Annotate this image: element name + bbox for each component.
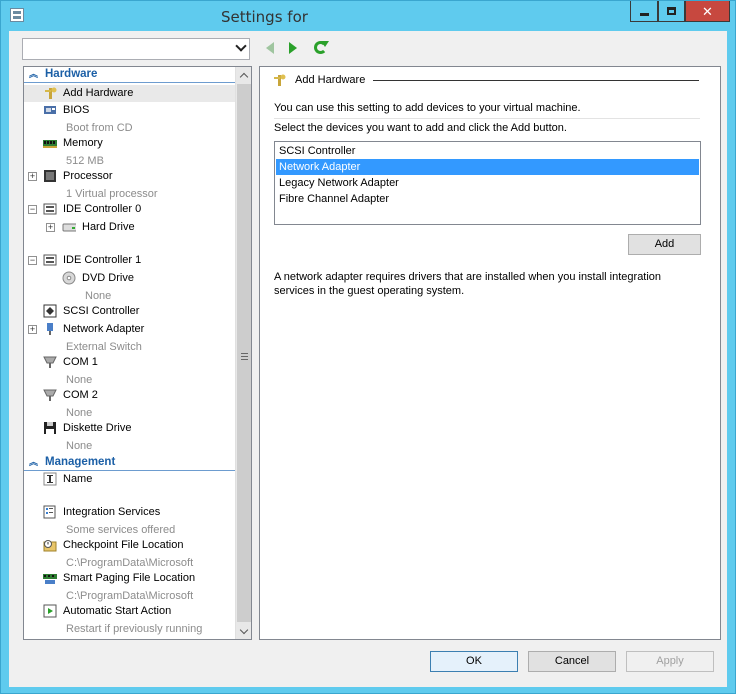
ide-controller-icon	[43, 254, 57, 266]
cancel-button[interactable]: Cancel	[528, 651, 616, 672]
sidebar-item-memory[interactable]: Memory	[24, 135, 235, 152]
dvd-drive-icon	[62, 271, 76, 285]
device-note: A network adapter requires drivers that …	[274, 271, 662, 297]
list-item-scsi-controller[interactable]: SCSI Controller	[276, 143, 699, 159]
memory-subtitle: 512 MB	[66, 155, 104, 167]
sidebar-item-com2[interactable]: COM 2	[24, 387, 235, 404]
expand-icon[interactable]: +	[28, 172, 37, 181]
apply-button[interactable]: Apply	[626, 651, 714, 672]
add-hardware-icon	[274, 74, 286, 86]
scroll-up-button[interactable]	[236, 67, 251, 83]
sidebar-item-com1[interactable]: COM 1	[24, 354, 235, 371]
refresh-icon[interactable]	[314, 41, 329, 54]
forward-arrow-icon[interactable]	[289, 42, 297, 54]
close-icon: ✕	[702, 3, 713, 19]
section-header-hardware[interactable]: ︽ Hardware	[24, 67, 235, 83]
network-adapter-icon	[47, 323, 53, 335]
dialog-client-area: ︽ Hardware Add Hardware BIOS Boot from C…	[9, 31, 727, 687]
add-hardware-panel: Add Hardware You can use this setting to…	[259, 66, 721, 640]
list-item-fibre-channel-adapter[interactable]: Fibre Channel Adapter	[276, 191, 699, 207]
sidebar-item-ide-controller-0[interactable]: − IDE Controller 0	[24, 201, 235, 218]
divider	[274, 118, 700, 119]
chevron-down-icon	[235, 40, 247, 52]
expand-icon[interactable]: +	[28, 325, 37, 334]
section-header-management[interactable]: ︽ Management	[24, 455, 235, 471]
integration-services-icon	[43, 505, 56, 519]
integration-services-subtitle: Some services offered	[66, 524, 176, 536]
sidebar-item-checkpoint-file-location[interactable]: Checkpoint File Location	[24, 537, 235, 554]
memory-icon	[43, 140, 57, 148]
add-button[interactable]: Add	[628, 234, 701, 255]
sidebar-item-ide-controller-1[interactable]: − IDE Controller 1	[24, 252, 235, 269]
checkpoint-icon	[43, 540, 57, 552]
settings-app-icon	[10, 8, 24, 22]
settings-window: Settings for ✕ ︽ Hardware Add Hardware B…	[0, 0, 736, 694]
minimize-icon	[639, 12, 649, 16]
processor-icon	[44, 170, 56, 182]
maximize-button[interactable]	[658, 1, 685, 22]
title-bar[interactable]: Settings for ✕	[1, 1, 735, 31]
window-title: Settings for	[221, 8, 308, 26]
chevron-down-icon	[239, 625, 249, 634]
sidebar-item-processor[interactable]: + Processor	[24, 168, 235, 185]
chevron-up-icon	[239, 72, 249, 81]
diskette-subtitle: None	[66, 440, 93, 452]
list-item-network-adapter[interactable]: Network Adapter	[276, 159, 699, 175]
scroll-thumb[interactable]	[237, 84, 251, 622]
com-port-icon	[43, 356, 57, 368]
automatic-start-subtitle: Restart if previously running	[66, 623, 203, 635]
scsi-controller-icon	[43, 304, 57, 318]
sidebar-item-bios[interactable]: BIOS	[24, 102, 235, 119]
com1-subtitle: None	[66, 374, 93, 386]
network-adapter-subtitle: External Switch	[66, 341, 142, 353]
bios-subtitle: Boot from CD	[66, 122, 133, 134]
sidebar-item-automatic-start-action[interactable]: Automatic Start Action	[24, 603, 235, 620]
collapse-tree-icon[interactable]: −	[28, 205, 37, 214]
title-divider	[373, 80, 699, 81]
processor-subtitle: 1 Virtual processor	[66, 188, 158, 200]
sidebar-item-diskette-drive[interactable]: Diskette Drive	[24, 420, 235, 437]
grip-icon	[241, 353, 248, 360]
name-icon	[43, 472, 57, 486]
diskette-icon	[44, 422, 56, 434]
scroll-down-button[interactable]	[236, 623, 251, 639]
collapse-tree-icon[interactable]: −	[28, 256, 37, 265]
smart-paging-location-subtitle: C:\ProgramData\Microsoft	[66, 590, 194, 602]
sidebar-item-integration-services[interactable]: Integration Services	[24, 504, 235, 521]
checkpoint-location-subtitle: C:\ProgramData\Microsoft	[66, 557, 194, 569]
settings-tree[interactable]: ︽ Hardware Add Hardware BIOS Boot from C…	[23, 66, 252, 640]
ide-controller-icon	[43, 203, 57, 215]
intro-text: You can use this setting to add devices …	[274, 102, 581, 114]
dvd-drive-subtitle: None	[85, 290, 112, 302]
collapse-icon: ︽	[29, 457, 39, 467]
collapse-icon: ︽	[29, 69, 39, 79]
close-button[interactable]: ✕	[685, 1, 730, 22]
vm-select-dropdown[interactable]	[22, 38, 250, 60]
sidebar-item-smart-paging-file-location[interactable]: Smart Paging File Location	[24, 570, 235, 587]
list-item-legacy-network-adapter[interactable]: Legacy Network Adapter	[276, 175, 699, 191]
expand-icon[interactable]: +	[46, 223, 55, 232]
ok-button[interactable]: OK	[430, 651, 518, 672]
automatic-start-icon	[43, 604, 57, 618]
maximize-icon	[667, 7, 676, 15]
page-title: Add Hardware	[295, 74, 366, 86]
sidebar-item-hard-drive[interactable]: + Hard Drive	[24, 219, 235, 236]
instruction-text: Select the devices you want to add and c…	[274, 122, 567, 134]
sidebar-scrollbar[interactable]	[235, 67, 251, 639]
sidebar-item-scsi-controller[interactable]: SCSI Controller	[24, 303, 235, 320]
bios-icon	[44, 106, 56, 114]
com-port-icon	[43, 389, 57, 401]
sidebar-item-name[interactable]: Name	[24, 471, 235, 488]
device-list[interactable]: SCSI Controller Network Adapter Legacy N…	[274, 141, 701, 225]
sidebar-item-dvd-drive[interactable]: DVD Drive	[24, 270, 235, 287]
back-arrow-icon[interactable]	[266, 42, 274, 54]
add-hardware-icon	[45, 87, 57, 99]
smart-paging-icon	[43, 574, 57, 584]
hard-drive-icon	[62, 223, 76, 232]
sidebar-item-add-hardware[interactable]: Add Hardware	[24, 85, 235, 102]
com2-subtitle: None	[66, 407, 93, 419]
minimize-button[interactable]	[630, 1, 658, 22]
sidebar-item-network-adapter[interactable]: + Network Adapter	[24, 321, 235, 338]
